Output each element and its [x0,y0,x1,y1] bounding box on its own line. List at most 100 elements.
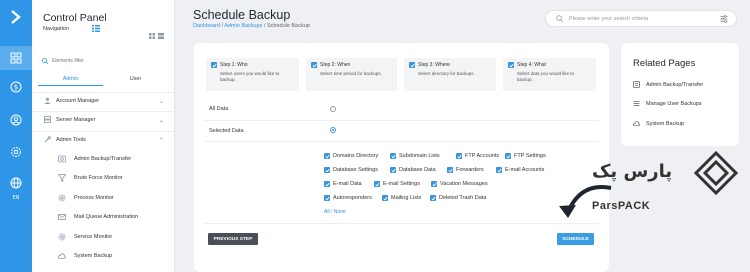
step-title: Step 1: Who [220,62,248,68]
option-subdomain-lists[interactable]: Subdomain Lists [390,153,440,159]
chevron-down-icon: ⌄ [158,118,164,124]
section-admin-tools[interactable]: Admin Tools ⌃ [32,131,174,147]
tab-admin[interactable]: Admin [38,74,103,86]
option-email-settings[interactable]: E-mail Settings [374,181,420,187]
option-email-accounts[interactable]: E-mail Accounts [496,167,544,173]
option-label: Domains Directory [333,153,379,159]
global-search-input[interactable]: Please enter your search criteria [545,10,737,27]
list-view-icon[interactable] [92,25,100,32]
sidebar-item-brute-force[interactable]: Brute Force Monitor [58,169,173,187]
related-item-admin-backup[interactable]: Admin Backup/Transfer [633,81,703,88]
option-ftp-accounts[interactable]: FTP Accounts [456,153,499,159]
divider [204,141,599,142]
option-label: Mailing Lists [391,195,422,201]
grid-view-icon[interactable] [149,26,155,39]
checkbox-checked-icon [505,153,511,159]
watermark-english-text: ParsPACK [592,200,651,212]
logo-arrow-icon [11,10,21,24]
logo[interactable] [0,0,32,34]
breadcrumb: Dashboard / Admin Backups / Schedule Bac… [193,23,310,29]
section-server-manager[interactable]: Server Manager ⌄ [32,111,174,127]
option-deleted-trash-data[interactable]: Deleted Trash Data [430,195,486,201]
previous-step-button[interactable]: PREVIOUS STEP [208,233,258,245]
checkbox-checked-icon [431,181,437,187]
sidebar-item-process-monitor[interactable]: Process Monitor [58,189,173,207]
elements-filter-input[interactable]: Elements filter [38,55,166,66]
cloud-icon [58,253,66,259]
related-item-system-backup[interactable]: System Backup [633,120,684,127]
section-label: Account Manager [56,97,100,104]
all-data-radio[interactable] [330,106,336,112]
select-none-link[interactable]: None [334,209,346,215]
sidebar-item-label: Mail Queue Administration [74,214,139,220]
option-label: Deleted Trash Data [439,195,487,201]
checkbox-checked-icon [409,62,415,68]
option-label: E-mail Accounts [505,167,545,173]
checkbox-checked-icon [324,153,330,159]
tile-view-icon[interactable] [158,26,164,39]
list-icon [633,101,640,106]
checkbox-checked-icon [508,62,514,68]
sidebar: Control Panel Navigation Elements filter… [32,0,175,272]
sidebar-item-service-monitor[interactable]: Service Monitor [58,228,173,246]
search-icon [556,15,563,22]
mail-icon [58,214,66,220]
option-autoresponders[interactable]: Autoresponders [324,195,372,201]
rail-dollar-icon[interactable]: $ [0,75,32,99]
step-who[interactable]: Step 1: Who Select users you would like … [206,58,299,91]
sliders-icon[interactable] [720,15,728,23]
related-item-label: Manage User Backups [646,100,702,107]
related-item-manage-user-backups[interactable]: Manage User Backups [633,100,702,107]
selected-data-radio[interactable] [330,127,336,133]
user-icon [44,97,51,104]
language-label[interactable]: EN [0,195,32,201]
step-description: Select data you would like to backup. [517,71,575,82]
divider [204,223,599,224]
sidebar-item-label: Brute Force Monitor [74,175,123,181]
gear-icon [58,194,66,202]
sidebar-item-system-backup[interactable]: System Backup [58,247,173,265]
option-mailing-lists[interactable]: Mailing Lists [382,195,421,201]
step-description: Select time period for backups. [320,71,382,76]
checkbox-checked-icon [456,153,462,159]
option-label: FTP Accounts [465,153,500,159]
search-icon [42,57,48,64]
option-email-data[interactable]: E-mail Data [324,181,362,187]
rail-user-icon[interactable] [0,108,32,132]
step-where[interactable]: Step 3: Where Select directory for backu… [404,58,496,91]
option-domains-directory[interactable]: Domains Directory [324,153,378,159]
svg-text:$: $ [14,84,18,92]
rail-gear-icon[interactable] [0,140,32,164]
option-label: Autoresponders [333,195,372,201]
checkbox-checked-icon [382,195,388,201]
step-when[interactable]: Step 2: When Select time period for back… [306,58,397,91]
breadcrumb-admin-backups[interactable]: Admin Backups [224,23,262,29]
option-database-settings[interactable]: Database Settings [324,167,378,173]
sidebar-item-mail-queue[interactable]: Mail Queue Administration [58,208,173,226]
section-account-manager[interactable]: Account Manager ⌄ [32,92,174,108]
breadcrumb-dashboard[interactable]: Dashboard [193,23,220,29]
search-placeholder: Elements filter [52,57,84,64]
select-all-none: All / None [324,209,346,215]
checkbox-checked-icon [390,167,396,173]
sidebar-title: Control Panel [43,12,107,24]
step-what[interactable]: Step 4: What Select data you would like … [503,58,596,91]
related-item-label: System Backup [646,120,685,127]
option-label: Forwarders [456,167,484,173]
option-forwarders[interactable]: Forwarders [447,167,484,173]
sidebar-item-label: Admin Backup/Transfer [74,156,132,162]
checkbox-checked-icon [447,167,453,173]
server-icon [44,116,51,123]
rail-grid-icon[interactable] [0,46,32,70]
gear-icon [58,233,66,241]
step-title: Step 4: What [517,62,546,68]
sidebar-item-admin-backup[interactable]: Admin Backup/Transfer [58,150,173,168]
rail-globe-icon[interactable] [0,171,32,195]
option-database-data[interactable]: Database Data [390,167,436,173]
watermark-persian-text: پارس پک [592,161,673,182]
option-vacation-messages[interactable]: Vacation Messages [431,181,488,187]
transfer-icon [633,81,640,88]
checkbox-checked-icon [324,181,330,187]
option-ftp-settings[interactable]: FTP Settings [505,153,546,159]
tab-user[interactable]: User [103,74,168,86]
